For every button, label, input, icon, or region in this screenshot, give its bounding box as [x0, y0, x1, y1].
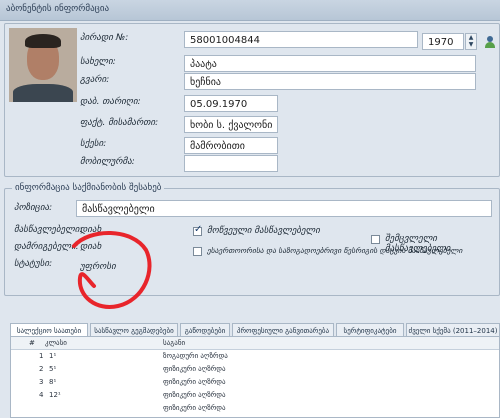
- civic-teacher-label: ესაერთოორისა და საზოგადოებრივი წესრიგის …: [207, 246, 463, 255]
- row-subject: ზოგადური აღზრდა: [163, 352, 228, 360]
- name-field[interactable]: პაატა: [184, 55, 476, 72]
- tab-deliveries[interactable]: გაწოდებები: [180, 323, 230, 337]
- surname-field[interactable]: ხეჩნია: [184, 73, 476, 90]
- table-row[interactable]: ფიზიკური აღზრდა: [11, 402, 499, 415]
- row-subject: ფიზიკური აღზრდა: [163, 365, 226, 373]
- invited-teacher-label: მოწვეული მასწავლებელი: [207, 226, 320, 236]
- row-subject: ფიზიკური აღზრდა: [163, 404, 226, 412]
- invited-teacher-checkbox[interactable]: [193, 224, 202, 236]
- phone-label: მობილურმა:: [80, 157, 135, 167]
- red-circle-annotation: [72, 231, 152, 309]
- year-spinner[interactable]: ▲ ▼: [465, 33, 477, 50]
- gender-field[interactable]: მამრობითი: [184, 137, 278, 154]
- row-class: 5¹: [49, 365, 57, 373]
- row-class: 1¹: [49, 352, 57, 360]
- header-bar: აბონენტის ინფორმაცია: [0, 0, 500, 21]
- user-lookup-icon[interactable]: [484, 36, 496, 48]
- photo-hair: [25, 34, 61, 48]
- row-class: 12¹: [49, 391, 61, 399]
- phone-field[interactable]: [184, 155, 278, 172]
- id-label: პირადი №:: [80, 33, 129, 43]
- activity-section-title: ინფორმაცია საქმიანობის შესახებ: [12, 183, 165, 193]
- hours-table: # კლასი საგანი 1 1¹ ზოგადური აღზრდა 2 5¹…: [10, 336, 500, 418]
- tab-professional-development[interactable]: პროფესიული განვითარება: [232, 323, 334, 337]
- row-class: 8¹: [49, 378, 57, 386]
- dob-label: დაბ. თარიღი:: [80, 97, 141, 107]
- dob-field[interactable]: 05.09.1970: [184, 95, 278, 112]
- row-number: 1: [39, 352, 44, 360]
- substitute-teacher-checkbox[interactable]: [371, 235, 380, 244]
- page-title: აბონენტის ინფორმაცია: [6, 4, 110, 14]
- address-label: ფაქტ. მისამართი:: [80, 118, 159, 128]
- row-subject: ფიზიკური აღზრდა: [163, 378, 226, 386]
- red-circle-stroke: [72, 231, 152, 309]
- row-number: 3: [39, 378, 44, 386]
- tab-old-scheme[interactable]: ძველი სქემა (2011–2014): [406, 323, 500, 337]
- user-body-shape: [485, 42, 495, 48]
- table-row[interactable]: 4 12¹ ფიზიკური აღზრდა: [11, 389, 499, 402]
- position-label: პოზიცია:: [14, 203, 53, 213]
- row-number: 2: [39, 365, 44, 373]
- table-row[interactable]: 1 1¹ ზოგადური აღზრდა: [11, 350, 499, 363]
- personal-id-field[interactable]: 58001004844: [184, 31, 418, 48]
- tab-study-plans[interactable]: სასწავლო გეგმადებები: [90, 323, 178, 337]
- address-field[interactable]: ხობი ს. ქვალონი: [184, 116, 278, 133]
- civic-teacher-checkbox[interactable]: [193, 247, 202, 256]
- column-header-subject: საგანი: [163, 339, 186, 347]
- table-row[interactable]: 2 5¹ ფიზიკური აღზრდა: [11, 363, 499, 376]
- column-header-number: #: [29, 339, 35, 347]
- person-photo: [9, 28, 77, 102]
- tab-certificates[interactable]: სერტიფიკატები: [336, 323, 404, 337]
- tab-lecture-hours[interactable]: სალექციო საათები: [10, 323, 88, 337]
- row-subject: ფიზიკური აღზრდა: [163, 391, 226, 399]
- photo-shirt: [13, 84, 73, 102]
- table-row[interactable]: 3 8¹ ფიზიკური აღზრდა: [11, 376, 499, 389]
- position-field[interactable]: მასწავლებელი: [76, 200, 492, 217]
- gender-label: სქესი:: [80, 139, 107, 149]
- surname-label: გვარი:: [80, 75, 110, 85]
- column-header-class: კლასი: [45, 339, 67, 347]
- birth-year-field[interactable]: 1970: [422, 33, 464, 50]
- table-header-row: [11, 337, 499, 350]
- row-number: 4: [39, 391, 44, 399]
- name-label: სახელი:: [80, 57, 116, 67]
